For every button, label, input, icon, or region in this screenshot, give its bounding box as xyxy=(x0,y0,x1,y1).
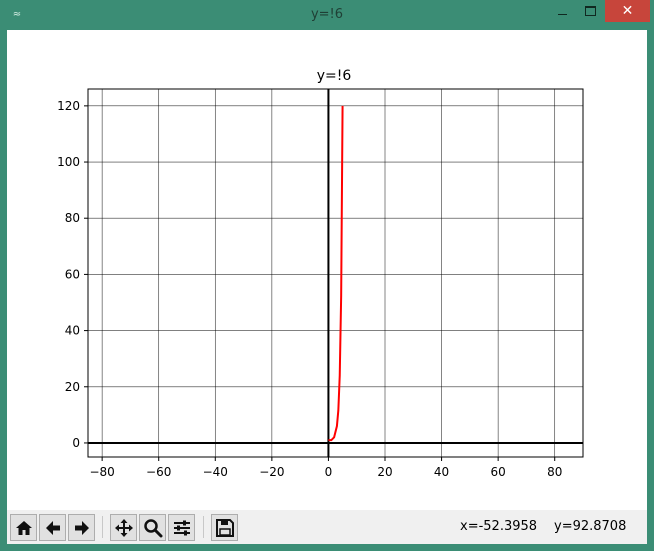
series-line xyxy=(328,105,344,442)
x-tick-label: 0 xyxy=(325,465,333,479)
minimize-icon xyxy=(557,13,567,15)
grid-lines xyxy=(88,89,583,457)
subplots-button[interactable] xyxy=(168,514,195,541)
series-lines xyxy=(328,105,344,442)
title-bar: ≈ y=!6 ✕ xyxy=(0,0,654,30)
x-tick-label: −60 xyxy=(146,465,171,479)
zero-axes xyxy=(88,89,583,457)
magnifier-icon xyxy=(143,518,162,537)
y-coordinate-readout: y=92.8708 xyxy=(554,519,627,534)
close-button[interactable]: ✕ xyxy=(605,0,650,22)
x-tick-label: 40 xyxy=(434,465,449,479)
y-tick-label: 0 xyxy=(72,436,80,450)
x-tick-label: 20 xyxy=(377,465,392,479)
toolbar-separator xyxy=(102,516,103,538)
maximize-icon xyxy=(584,6,596,16)
y-tick-label: 60 xyxy=(65,267,80,281)
x-coordinate-readout: x=-52.3958 xyxy=(460,519,538,534)
close-icon: ✕ xyxy=(621,3,634,19)
maximize-button[interactable] xyxy=(576,0,604,22)
y-axis-ticks: 0 20 40 60 80 100 120 xyxy=(57,99,88,450)
toolbar-separator xyxy=(203,516,204,538)
pan-button[interactable] xyxy=(110,514,137,541)
y-tick-label: 40 xyxy=(65,324,80,338)
forward-button[interactable] xyxy=(68,514,95,541)
minimize-button[interactable] xyxy=(548,0,576,22)
save-button[interactable] xyxy=(211,514,238,541)
navigation-toolbar: x=-52.3958 y=92.8708 xyxy=(7,510,647,544)
y-tick-label: 100 xyxy=(57,155,80,169)
arrow-left-icon xyxy=(45,520,60,535)
arrow-right-icon xyxy=(74,520,89,535)
y-tick-label: 120 xyxy=(57,99,80,113)
zoom-button[interactable] xyxy=(139,514,166,541)
x-tick-label: −20 xyxy=(259,465,284,479)
x-axis-ticks: −80 −60 −40 −20 0 20 40 60 80 xyxy=(89,457,562,479)
home-button[interactable] xyxy=(10,514,37,541)
home-icon xyxy=(15,520,32,535)
y-tick-label: 20 xyxy=(65,380,80,394)
plot-svg[interactable]: y=!6 −80 −60 −40 −20 0 20 40 60 80 0 20 40 60 80 100 1… xyxy=(7,30,647,510)
x-tick-label: −80 xyxy=(89,465,114,479)
sliders-icon xyxy=(173,520,190,535)
move-icon xyxy=(114,518,133,537)
figure-canvas[interactable]: y=!6 −80 −60 −40 −20 0 20 40 60 80 0 20 40 60 80 100 1… xyxy=(7,30,647,510)
axes-frame xyxy=(87,88,584,458)
x-tick-label: −40 xyxy=(203,465,228,479)
floppy-icon xyxy=(215,518,234,537)
back-button[interactable] xyxy=(39,514,66,541)
x-tick-label: 80 xyxy=(547,465,562,479)
chart-title: y=!6 xyxy=(317,68,352,84)
y-tick-label: 80 xyxy=(65,211,80,225)
x-tick-label: 60 xyxy=(491,465,506,479)
figure-window: y=!6 −80 −60 −40 −20 0 20 40 60 80 0 20 40 60 80 100 1… xyxy=(7,30,647,544)
